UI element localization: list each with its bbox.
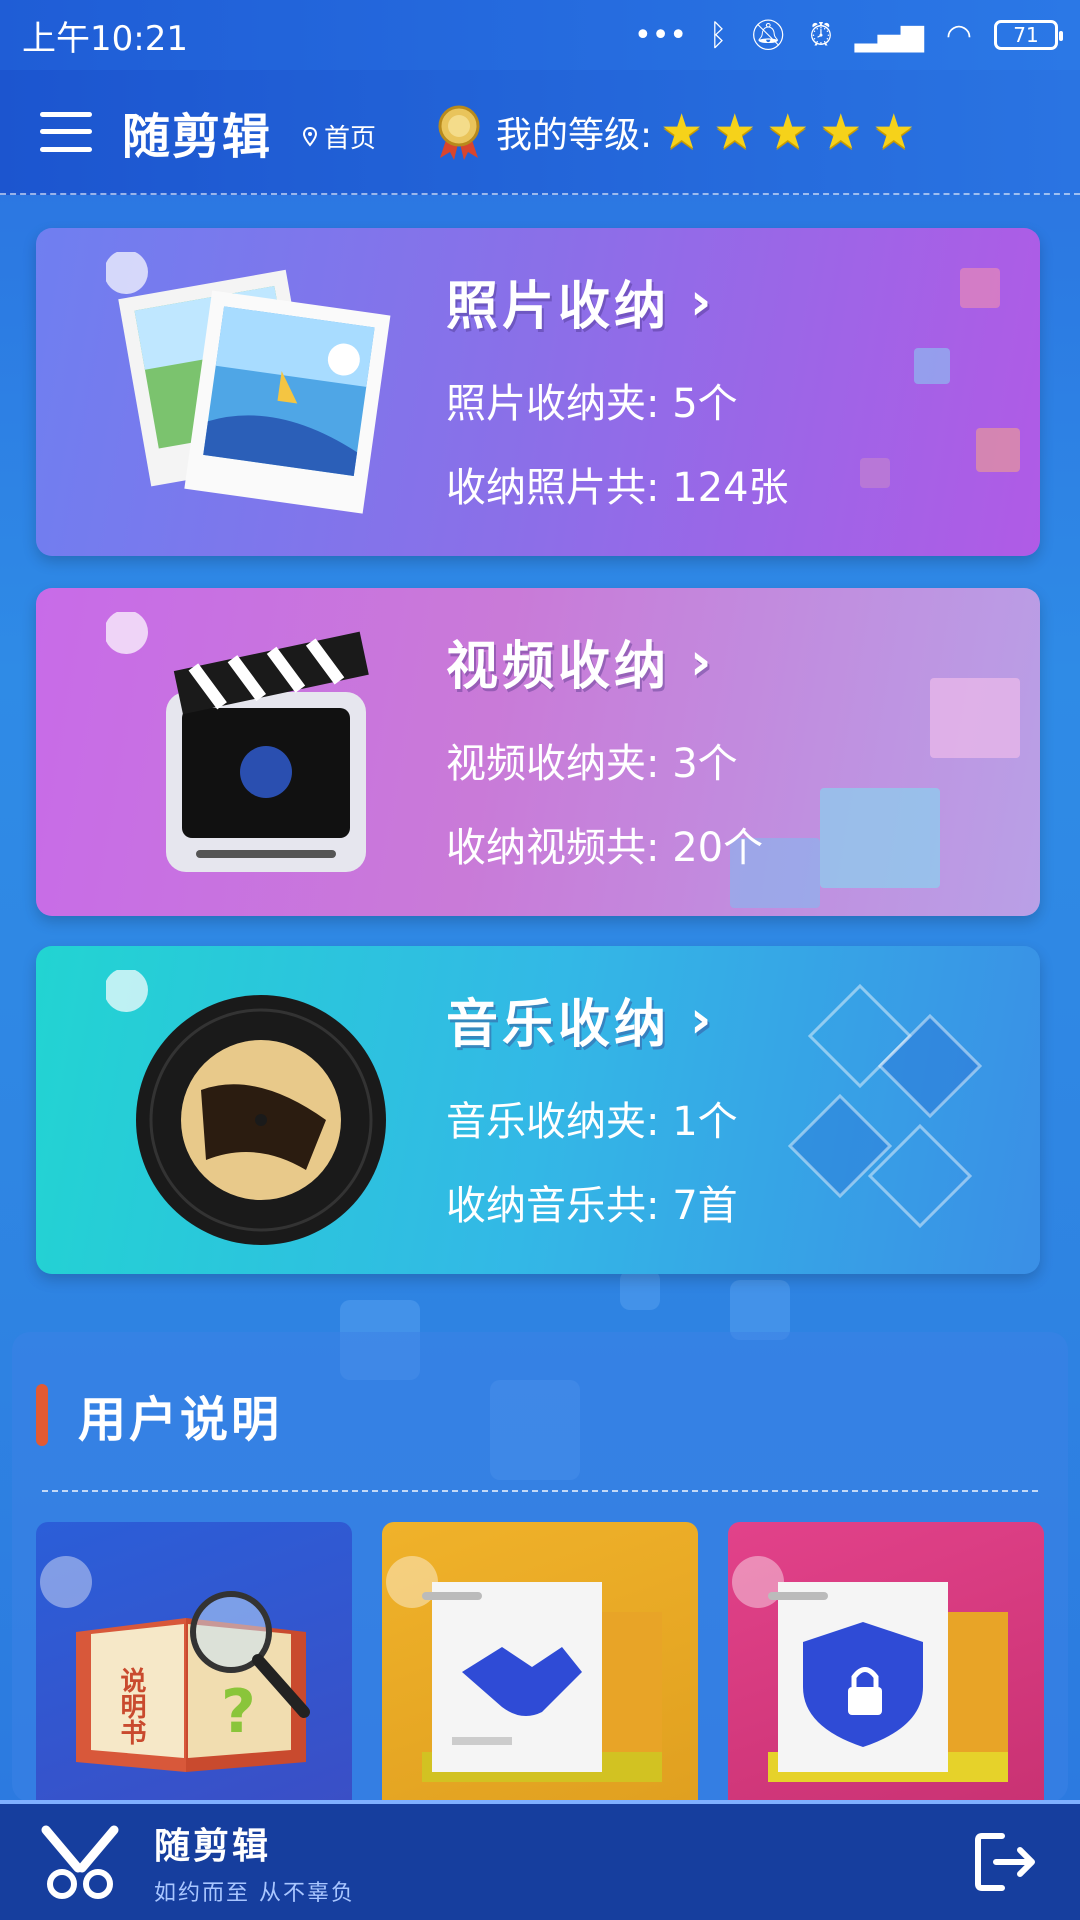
brand-block: 随剪辑 如约而至 从不辜负	[154, 1817, 355, 1907]
status-bar: 上午10:21 ••• ᛒ 🔕︎ ⏰︎ ▂▄▆ ◠ 71	[0, 0, 1080, 70]
video-collection-card[interactable]: 视频收纳 › 视频收纳夹: 3个 收纳视频共: 20个	[36, 588, 1040, 916]
videos-card-body: 视频收纳 › 视频收纳夹: 3个 收纳视频共: 20个	[446, 624, 763, 873]
star-icon: ★	[766, 103, 810, 160]
breadcrumb-home: 首页	[324, 124, 377, 154]
music-folder-count: 音乐收纳夹: 1个	[446, 1099, 738, 1145]
videos-title-text: 视频收纳	[446, 637, 671, 697]
user-guide-section: 用户说明 说明书 ?	[12, 1332, 1068, 1802]
chevron-right-icon: ›	[690, 631, 716, 692]
chevron-right-icon: ›	[690, 989, 716, 1050]
manual-tile[interactable]: 说明书 ?	[36, 1522, 352, 1802]
user-guide-header: 用户说明	[36, 1380, 282, 1450]
mute-icon: 🔕︎	[749, 17, 788, 53]
app-title: 随剪辑	[122, 108, 273, 165]
wifi-icon: ◠	[945, 17, 972, 53]
photo-collection-card[interactable]: 照片收纳 › 照片收纳夹: 5个 收纳照片共: 124张	[36, 228, 1040, 556]
vinyl-record-icon	[106, 970, 386, 1245]
photos-folder-count: 照片收纳夹: 5个	[446, 381, 738, 427]
decor-square	[860, 458, 890, 488]
video-clapper-icon	[106, 612, 369, 872]
bluetooth-icon: ᛒ	[709, 17, 728, 53]
brand-name: 随剪辑	[154, 1826, 272, 1867]
videos-total-count: 收纳视频共: 20个	[446, 825, 764, 871]
music-total-count: 收纳音乐共: 7首	[446, 1183, 738, 1229]
music-collection-card[interactable]: 音乐收纳 › 音乐收纳夹: 1个 收纳音乐共: 7首	[36, 946, 1040, 1274]
star-icon: ★	[660, 103, 704, 160]
music-card-body: 音乐收纳 › 音乐收纳夹: 1个 收纳音乐共: 7首	[446, 982, 738, 1231]
menu-icon[interactable]	[40, 111, 92, 152]
bottom-bar: 随剪辑 如约而至 从不辜负	[0, 1800, 1080, 1920]
photos-title-text: 照片收纳	[446, 277, 671, 337]
videos-folder-count: 视频收纳夹: 3个	[446, 741, 738, 787]
star-icon: ★	[819, 103, 863, 160]
svg-text:?: ?	[221, 1677, 256, 1747]
breadcrumb[interactable]: 首页	[302, 118, 376, 155]
level-label: 我的等级:	[496, 114, 653, 156]
photos-icon	[106, 252, 391, 514]
photos-card-body: 照片收纳 › 照片收纳夹: 5个 收纳照片共: 124张	[446, 264, 789, 513]
music-card-title: 音乐收纳 ›	[446, 982, 738, 1057]
decor-square	[976, 428, 1020, 472]
status-icons: ••• ᛒ 🔕︎ ⏰︎ ▂▄▆ ◠ 71	[634, 17, 1063, 53]
photos-total-count: 收纳照片共: 124张	[446, 465, 789, 511]
manual-book-icon: 说明书 ?	[40, 1556, 310, 1772]
decor-square	[960, 268, 1000, 308]
dots-icon: •••	[634, 17, 688, 53]
videos-card-title: 视频收纳 ›	[446, 624, 763, 699]
app-header: 随剪辑 首页 我的等级: ★ ★ ★ ★ ★	[0, 70, 1080, 195]
scissors-logo-icon	[41, 1825, 119, 1899]
privacy-shield-icon	[732, 1556, 1008, 1782]
alarm-icon: ⏰︎	[809, 17, 833, 53]
decor-box	[820, 788, 940, 888]
user-guide-title: 用户说明	[78, 1392, 283, 1448]
battery-icon: 71	[994, 20, 1063, 50]
section-accent-bar	[36, 1384, 48, 1446]
decor-square	[914, 348, 950, 384]
logout-icon[interactable]	[972, 1828, 1040, 1896]
status-time: 上午10:21	[22, 18, 188, 59]
music-title-text: 音乐收纳	[446, 995, 671, 1055]
level-stars: ★ ★ ★ ★ ★	[660, 108, 915, 156]
decor-diamonds	[787, 983, 983, 1229]
privacy-policy-tile[interactable]	[728, 1522, 1044, 1802]
manual-book-text: 说明书	[116, 1667, 146, 1745]
chevron-right-icon: ›	[690, 271, 716, 332]
star-icon: ★	[713, 103, 757, 160]
decor-box	[930, 678, 1020, 758]
background-square	[620, 1270, 660, 1310]
photos-card-title: 照片收纳 ›	[446, 264, 789, 339]
handshake-document-icon	[386, 1556, 662, 1782]
location-pin-icon	[303, 126, 318, 147]
brand-slogan: 如约而至 从不辜负	[154, 1881, 355, 1906]
medal-icon	[438, 105, 480, 160]
user-agreement-tile[interactable]	[382, 1522, 698, 1802]
background-square	[730, 1280, 790, 1340]
star-icon: ★	[872, 103, 916, 160]
divider	[42, 1490, 1038, 1492]
signal-icon: ▂▄▆	[854, 17, 924, 53]
